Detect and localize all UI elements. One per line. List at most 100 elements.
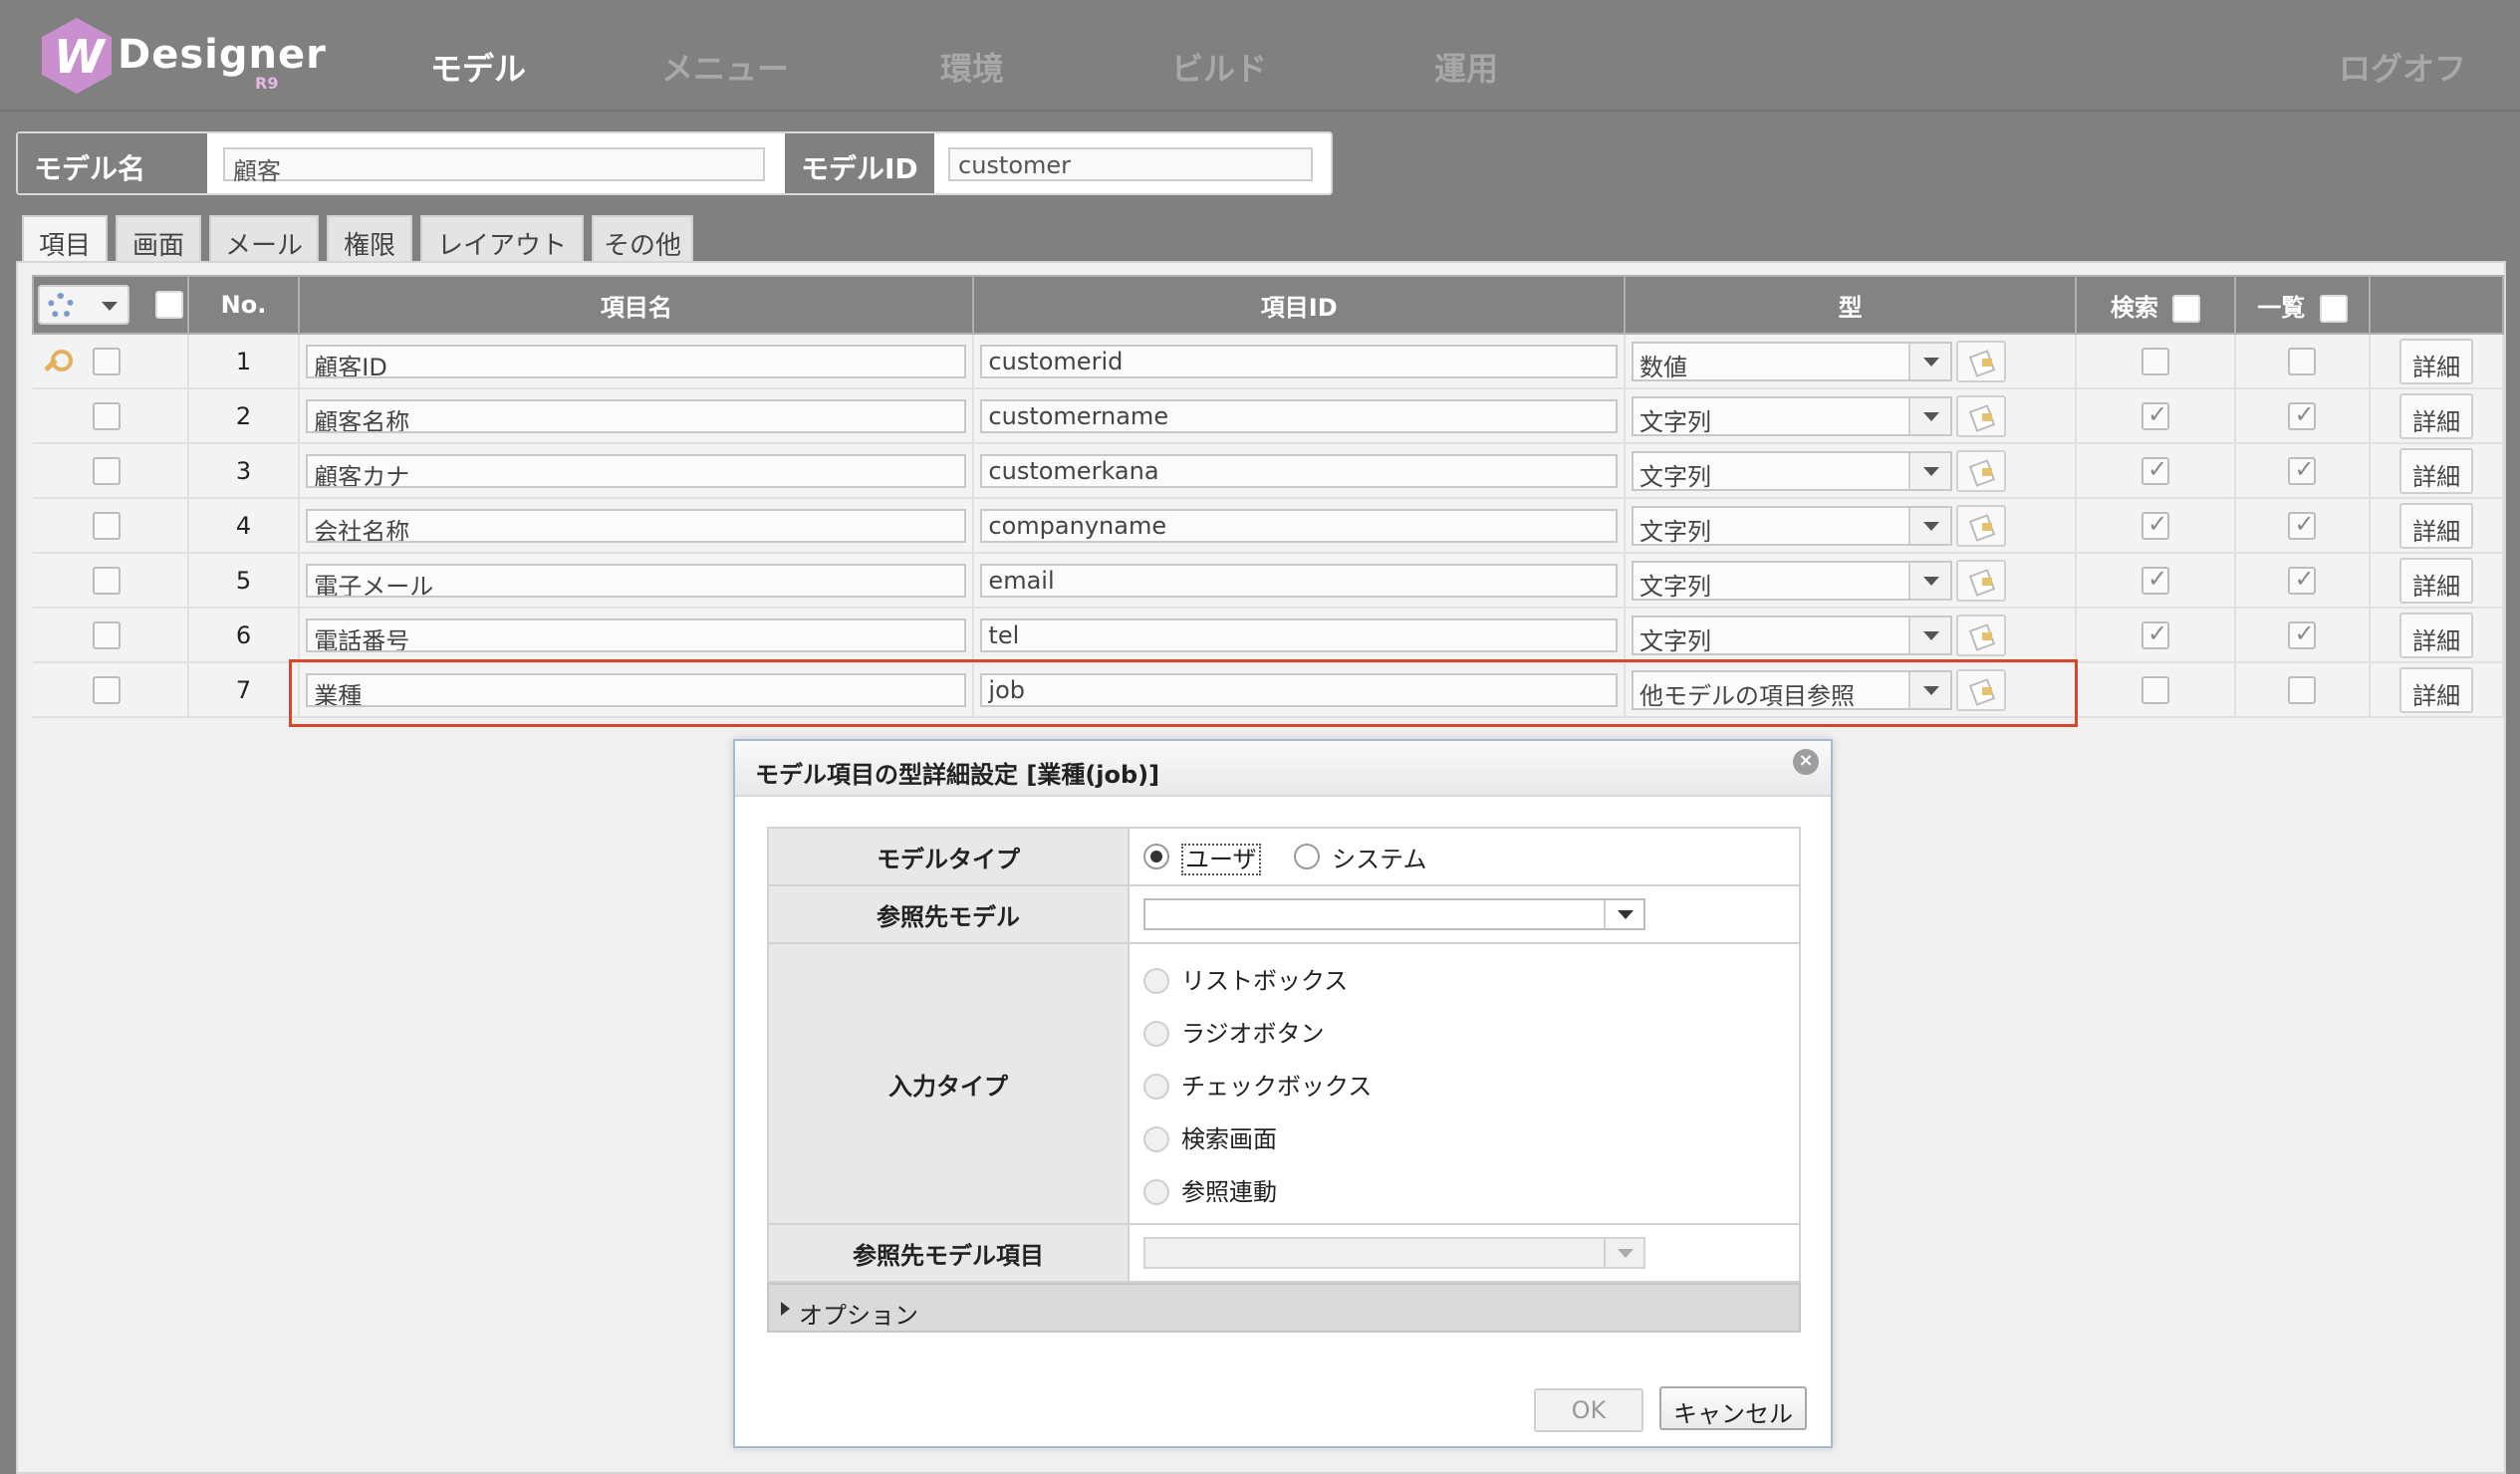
tab-layout[interactable]: レイアウト — [420, 215, 584, 263]
item-name-cell: 電話番号 — [299, 608, 975, 663]
type-select[interactable]: 文字列 — [1632, 395, 1952, 436]
type-select[interactable]: 文字列 — [1632, 450, 1952, 491]
input-type-option[interactable]: 参照連動 — [1143, 1165, 1785, 1218]
search-checkbox[interactable] — [2142, 455, 2170, 485]
row-select-checkbox[interactable] — [92, 512, 121, 540]
search-all-checkbox[interactable] — [2172, 294, 2201, 323]
input-type-search-radio[interactable] — [1143, 1125, 1169, 1152]
cancel-button[interactable]: キャンセル — [1659, 1386, 1807, 1430]
tab-permission[interactable]: 権限 — [327, 215, 412, 263]
nav-build[interactable]: ビルド — [1171, 44, 1267, 90]
item-name-input[interactable]: 顧客名称 — [306, 398, 967, 433]
item-id-input[interactable]: customerid — [980, 344, 1618, 378]
item-id-input[interactable]: customername — [980, 398, 1618, 433]
item-name-input[interactable]: 電子メール — [306, 563, 967, 598]
search-checkbox[interactable] — [2142, 619, 2170, 649]
detail-button[interactable]: 詳細 — [2399, 392, 2474, 439]
tab-screen[interactable]: 画面 — [116, 215, 201, 263]
input-type-linked-radio[interactable] — [1143, 1178, 1169, 1205]
input-type-option[interactable]: ラジオボタン — [1143, 1007, 1785, 1060]
row-select-checkbox[interactable] — [92, 567, 121, 595]
list-checkbox[interactable] — [2288, 510, 2317, 540]
type-detail-icon[interactable] — [1956, 449, 2006, 492]
model-id-input[interactable]: customer — [948, 147, 1313, 181]
detail-button[interactable]: 詳細 — [2399, 612, 2474, 658]
list-all-checkbox[interactable] — [2319, 294, 2348, 323]
item-name-input[interactable]: 会社名称 — [306, 508, 967, 543]
search-checkbox[interactable] — [2142, 565, 2170, 595]
list-checkbox[interactable] — [2288, 565, 2317, 595]
item-id-input[interactable]: customerkana — [980, 453, 1618, 488]
search-checkbox[interactable] — [2142, 400, 2170, 430]
row-select-checkbox[interactable] — [92, 676, 121, 704]
item-id-input[interactable]: companyname — [980, 508, 1618, 543]
item-id-input[interactable]: tel — [980, 617, 1618, 652]
tab-items[interactable]: 項目 — [22, 215, 108, 263]
detail-button[interactable]: 詳細 — [2399, 447, 2474, 494]
type-detail-icon[interactable] — [1956, 614, 2006, 656]
detail-button[interactable]: 詳細 — [2399, 666, 2474, 713]
model-type-system-label[interactable]: システム — [1332, 846, 1426, 873]
row-select-checkbox[interactable] — [92, 348, 121, 375]
close-icon[interactable]: × — [1793, 749, 1819, 775]
list-checkbox[interactable] — [2288, 455, 2317, 485]
item-id-input[interactable]: job — [980, 672, 1618, 707]
nav-environment[interactable]: 環境 — [940, 44, 1004, 90]
item-name-input[interactable]: 顧客カナ — [306, 453, 967, 488]
input-type-option[interactable]: リストボックス — [1143, 954, 1785, 1007]
model-type-system-radio[interactable] — [1294, 844, 1321, 869]
input-type-option[interactable]: チェックボックス — [1143, 1060, 1785, 1112]
gear-icon — [47, 293, 74, 319]
options-toggle[interactable]: オプション — [767, 1283, 1801, 1333]
list-checkbox[interactable] — [2288, 400, 2317, 430]
ref-model-select[interactable] — [1143, 898, 1645, 930]
row-select-checkbox[interactable] — [92, 621, 121, 649]
detail-button[interactable]: 詳細 — [2399, 338, 2474, 384]
input-type-radio-radio[interactable] — [1143, 1020, 1169, 1047]
ok-button[interactable]: OK — [1534, 1388, 1643, 1432]
nav-operation[interactable]: 運用 — [1434, 44, 1498, 90]
nav-menu[interactable]: メニュー — [661, 44, 789, 90]
detail-button[interactable]: 詳細 — [2399, 502, 2474, 549]
item-name-input[interactable]: 顧客ID — [306, 344, 967, 378]
row-select-checkbox[interactable] — [92, 402, 121, 430]
item-id-input[interactable]: email — [980, 563, 1618, 598]
tab-other[interactable]: その他 — [592, 215, 693, 263]
model-type-user-label[interactable]: ユーザ — [1181, 843, 1261, 875]
type-detail-icon[interactable] — [1956, 668, 2006, 711]
nav-logout[interactable]: ログオフ — [2339, 44, 2466, 90]
list-cell — [2234, 662, 2372, 718]
row-select-cell — [33, 498, 189, 554]
select-all-checkbox[interactable] — [155, 291, 183, 319]
header-type: 型 — [1623, 275, 2078, 335]
nav-model[interactable]: モデル — [430, 44, 526, 90]
item-name-input[interactable]: 電話番号 — [306, 617, 967, 652]
tab-mail[interactable]: メール — [209, 215, 319, 263]
type-select[interactable]: 文字列 — [1632, 560, 1952, 601]
model-type-user-radio[interactable] — [1143, 844, 1169, 869]
input-type-listbox-radio[interactable] — [1143, 967, 1169, 994]
type-select[interactable]: 文字列 — [1632, 505, 1952, 546]
type-detail-icon[interactable] — [1956, 394, 2006, 437]
item-name-input[interactable]: 業種 — [306, 672, 967, 707]
type-select[interactable]: 数値 — [1632, 341, 1952, 381]
tools-menu-button[interactable] — [37, 285, 129, 325]
detail-button[interactable]: 詳細 — [2399, 557, 2474, 604]
search-checkbox[interactable] — [2142, 510, 2170, 540]
type-detail-icon[interactable] — [1956, 559, 2006, 602]
type-detail-icon[interactable] — [1956, 504, 2006, 547]
model-name-input[interactable]: 顧客 — [223, 147, 765, 185]
row-select-checkbox[interactable] — [92, 457, 121, 485]
search-checkbox[interactable] — [2142, 348, 2170, 375]
ref-item-select[interactable] — [1143, 1237, 1645, 1269]
type-select[interactable]: 文字列 — [1632, 614, 1952, 655]
type-detail-icon[interactable] — [1956, 340, 2006, 382]
type-select[interactable]: 他モデルの項目参照 — [1632, 669, 1952, 710]
input-type-option[interactable]: 検索画面 — [1143, 1112, 1785, 1165]
list-checkbox[interactable] — [2288, 348, 2317, 375]
type-select-value: 数値 — [1639, 353, 1687, 381]
input-type-checkbox-radio[interactable] — [1143, 1073, 1169, 1100]
search-checkbox[interactable] — [2142, 676, 2170, 704]
list-checkbox[interactable] — [2288, 676, 2317, 704]
list-checkbox[interactable] — [2288, 619, 2317, 649]
